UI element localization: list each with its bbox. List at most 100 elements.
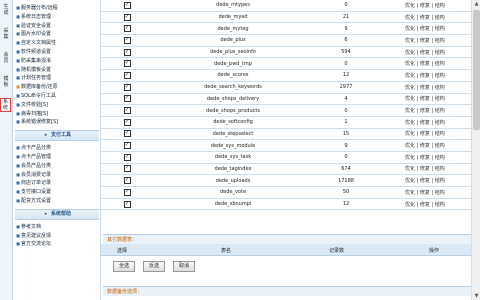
row-checkbox-cell: ✓ (101, 22, 153, 36)
sidebar-item[interactable]: ■系统错误修复[S] (15, 118, 99, 126)
sidebar-item[interactable]: ■随机模板设置 (15, 66, 99, 74)
vertical-tab-0[interactable]: 生成 (1, 4, 11, 16)
sidebar-item[interactable]: ■文件校验[S] (15, 101, 99, 109)
sidebar-item[interactable]: ■服务器分布/远程 (15, 4, 99, 12)
sidebar-item[interactable]: ■会员产品分类 (15, 162, 99, 170)
row-checkbox[interactable]: ✓ (123, 13, 131, 21)
table-name: dede_mtypes (153, 0, 313, 12)
row-actions[interactable]: 优化 | 修复 | 结构 (379, 104, 471, 117)
sidebar-item[interactable]: ■自定义文档属性 (15, 39, 99, 47)
row-actions[interactable]: 优化 | 修复 | 结构 (379, 139, 471, 152)
sidebar-item-label: 随机模板设置 (21, 66, 52, 73)
row-actions[interactable]: 优化 | 修复 | 结构 (379, 151, 471, 164)
sidebar-item[interactable]: ■官方交流论坛 (15, 240, 99, 248)
sidebar-item[interactable]: ■计划任务管理 (15, 74, 99, 82)
table-row: ✓ dede_vote 50 优化 | 修复 | 结构 (101, 186, 471, 199)
sidebar-item-label: 系统错误修复[S] (21, 119, 59, 126)
table-row: ✓ dede_mytag 9 优化 | 修复 | 结构 (101, 22, 471, 36)
sidebar-item[interactable]: ■意见建议反馈 (15, 232, 99, 240)
row-actions[interactable]: 优化 | 修复 | 结构 (379, 128, 471, 141)
sidebar-item-label: 自定义文档属性 (21, 40, 57, 47)
row-actions[interactable]: 优化 | 修复 | 结构 (379, 116, 471, 129)
row-checkbox[interactable]: ✓ (123, 165, 131, 173)
vertical-tab-2[interactable]: 会员 (1, 52, 11, 64)
row-checkbox-cell: ✓ (101, 34, 153, 47)
sidebar-item[interactable]: ■配货方式设置 (15, 197, 99, 205)
other-tables-title: 其它数据表： (103, 234, 471, 244)
row-actions[interactable]: 优化 | 修复 | 结构 (379, 0, 471, 12)
sidebar-item[interactable]: ■参考文档 (15, 223, 99, 231)
table-row: ✓ dede_plus_seoinfo 594 优化 | 修复 | 结构 (101, 46, 471, 59)
row-actions[interactable]: 优化 | 修复 | 结构 (379, 81, 471, 94)
row-actions[interactable]: 优化 | 修复 | 结构 (379, 93, 471, 106)
table-row: ✓ dede_myad 21 优化 | 修复 | 结构 (101, 11, 471, 24)
scroll-down-arrow-icon[interactable]: ▼ (472, 292, 480, 300)
sidebar-item-label: 服务器分布/远程 (21, 5, 58, 11)
cancel-button[interactable]: 取消 (173, 261, 195, 272)
invert-selection-button[interactable]: 反选 (143, 261, 165, 272)
scroll-thumb[interactable] (473, 10, 480, 130)
sidebar-item[interactable]: ■图片水印设置 (15, 30, 99, 38)
sidebar-section-header[interactable]: ▸ 系统帮助 (15, 208, 99, 220)
row-actions[interactable]: 优化 | 修复 | 结构 (379, 46, 471, 59)
row-checkbox[interactable]: ✓ (123, 107, 131, 115)
select-all-button[interactable]: 全选 (113, 261, 135, 272)
sidebar-item[interactable]: ■会员消费记录 (15, 171, 99, 179)
record-count: 15 (313, 128, 379, 141)
sidebar-item[interactable]: ■验证安全设置 (15, 22, 99, 30)
sidebar-item[interactable]: ■系统日志管理 (15, 13, 99, 21)
row-actions[interactable]: 优化 | 修复 | 结构 (379, 186, 471, 199)
table-name: dede_shops_delivery (153, 93, 313, 106)
row-checkbox[interactable]: ✓ (123, 95, 131, 103)
sidebar-item[interactable]: ■病毒扫描[S] (15, 110, 99, 118)
record-count: 0 (313, 104, 379, 117)
row-checkbox[interactable]: ✓ (123, 200, 131, 208)
row-checkbox[interactable]: ✓ (123, 48, 131, 56)
button-row: 全选 反选 取消 (101, 258, 471, 272)
sidebar-item[interactable]: ■支付接口设置 (15, 188, 99, 196)
sidebar-item-label: 防采集串混淆 (21, 57, 52, 64)
record-count: 21 (313, 11, 379, 24)
sidebar-item[interactable]: ■软件频道设置 (15, 48, 99, 56)
sidebar-item[interactable]: ■数据库备份/还原 (15, 83, 99, 91)
row-actions[interactable]: 优化 | 修复 | 结构 (379, 57, 471, 71)
row-checkbox[interactable]: ✓ (123, 83, 131, 91)
row-checkbox[interactable]: ✓ (123, 118, 131, 126)
row-checkbox-cell: ✓ (101, 0, 153, 12)
row-checkbox[interactable]: ✓ (123, 130, 131, 138)
table-name: dede_sys_task (153, 151, 313, 164)
vertical-tab-4[interactable]: 系统 (0, 98, 11, 112)
row-checkbox-cell: ✓ (101, 128, 153, 141)
row-checkbox[interactable]: ✓ (123, 188, 131, 196)
row-actions[interactable]: 优化 | 修复 | 结构 (379, 163, 471, 176)
row-checkbox[interactable]: ✓ (123, 60, 131, 68)
row-actions[interactable]: 优化 | 修复 | 结构 (379, 11, 471, 24)
section-title: 支付工具 (50, 132, 71, 139)
sidebar-item[interactable]: ■商店订单记录 (15, 179, 99, 187)
row-checkbox[interactable]: ✓ (123, 153, 131, 161)
vertical-tab-3[interactable]: 模板 (1, 76, 11, 88)
row-checkbox[interactable]: ✓ (123, 177, 131, 185)
row-checkbox[interactable]: ✓ (123, 71, 131, 79)
scroll-up-arrow-icon[interactable]: ▲ (472, 0, 480, 8)
row-actions[interactable]: 优化 | 修复 | 结构 (379, 34, 471, 47)
row-checkbox[interactable]: ✓ (123, 1, 131, 9)
row-checkbox[interactable]: ✓ (123, 25, 131, 33)
row-checkbox-cell: ✓ (101, 93, 153, 106)
sidebar-section-header[interactable]: ▸ 支付工具 (15, 130, 99, 142)
scrollbar[interactable]: ▲ ▼ (471, 0, 480, 300)
vertical-tab-bar: 生成采集会员模板系统 (0, 0, 13, 300)
row-actions[interactable]: 优化 | 修复 | 结构 (379, 198, 471, 211)
vertical-tab-1[interactable]: 采集 (1, 28, 11, 40)
table-name: dede_search_keywords (153, 81, 313, 94)
row-checkbox[interactable]: ✓ (123, 36, 131, 44)
sidebar-item[interactable]: ■点卡产品管理 (15, 153, 99, 161)
row-checkbox-cell: ✓ (101, 81, 153, 94)
sidebar-item[interactable]: ■点卡产品分类 (15, 144, 99, 152)
sidebar-item[interactable]: ■SQL命令行工具 (15, 92, 99, 100)
sidebar-item[interactable]: ■防采集串混淆 (15, 57, 99, 65)
row-actions[interactable]: 优化 | 修复 | 结构 (379, 174, 471, 187)
row-checkbox[interactable]: ✓ (123, 142, 131, 150)
row-actions[interactable]: 优化 | 修复 | 结构 (379, 22, 471, 36)
row-actions[interactable]: 优化 | 修复 | 结构 (379, 69, 471, 82)
